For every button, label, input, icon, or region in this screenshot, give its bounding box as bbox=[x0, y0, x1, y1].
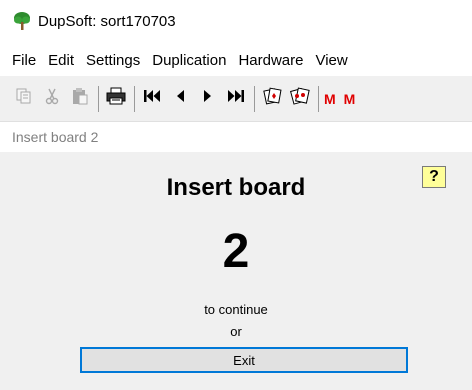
menu-view[interactable]: View bbox=[309, 52, 353, 69]
menu-file[interactable]: File bbox=[0, 52, 42, 69]
cards-red-button[interactable] bbox=[288, 87, 312, 111]
menu-edit[interactable]: Edit bbox=[42, 52, 80, 69]
toolbar-separator bbox=[254, 85, 255, 112]
status-line: Insert board 2 bbox=[0, 122, 472, 152]
copy-icon bbox=[15, 87, 33, 110]
menu-bar: File Edit Settings Duplication Hardware … bbox=[0, 44, 472, 76]
next-board-button[interactable] bbox=[196, 87, 220, 111]
board-number: 2 bbox=[222, 225, 250, 278]
m-button-2[interactable]: M bbox=[344, 91, 356, 107]
previous-board-button[interactable] bbox=[168, 87, 192, 111]
title-bar: DupSoft: sort170703 bbox=[0, 0, 472, 44]
print-button[interactable] bbox=[104, 87, 128, 111]
tree-app-icon bbox=[13, 11, 31, 31]
print-icon bbox=[106, 87, 126, 110]
cut-button[interactable] bbox=[40, 87, 64, 111]
window-title: DupSoft: sort170703 bbox=[38, 13, 176, 30]
insert-board-heading: Insert board bbox=[166, 174, 306, 201]
last-board-button[interactable] bbox=[224, 87, 248, 111]
m-button[interactable]: M bbox=[324, 91, 336, 107]
cards-red-icon bbox=[290, 87, 310, 110]
paste-button[interactable] bbox=[68, 87, 92, 111]
first-icon bbox=[142, 88, 162, 109]
app-window: DupSoft: sort170703 File Edit Settings D… bbox=[0, 0, 472, 390]
cards-icon bbox=[262, 87, 282, 110]
insert-board-panel: ? Insert board 2 to continue or Exit bbox=[0, 152, 472, 390]
copy-button[interactable] bbox=[12, 87, 36, 111]
toolbar-separator bbox=[98, 85, 99, 112]
first-board-button[interactable] bbox=[140, 87, 164, 111]
previous-icon bbox=[172, 88, 188, 109]
cut-icon bbox=[43, 87, 61, 110]
next-icon bbox=[200, 88, 216, 109]
toolbar: M M bbox=[0, 76, 472, 122]
menu-settings[interactable]: Settings bbox=[80, 52, 146, 69]
or-label: or bbox=[230, 324, 242, 339]
status-text: Insert board 2 bbox=[12, 129, 99, 145]
menu-hardware[interactable]: Hardware bbox=[232, 52, 309, 69]
exit-button[interactable]: Exit bbox=[80, 347, 408, 373]
toolbar-separator bbox=[318, 85, 319, 112]
paste-icon bbox=[71, 87, 89, 110]
toolbar-separator bbox=[134, 85, 135, 112]
last-icon bbox=[226, 88, 246, 109]
continue-label: to continue bbox=[204, 302, 268, 317]
cards-button[interactable] bbox=[260, 87, 284, 111]
menu-duplication[interactable]: Duplication bbox=[146, 52, 232, 69]
